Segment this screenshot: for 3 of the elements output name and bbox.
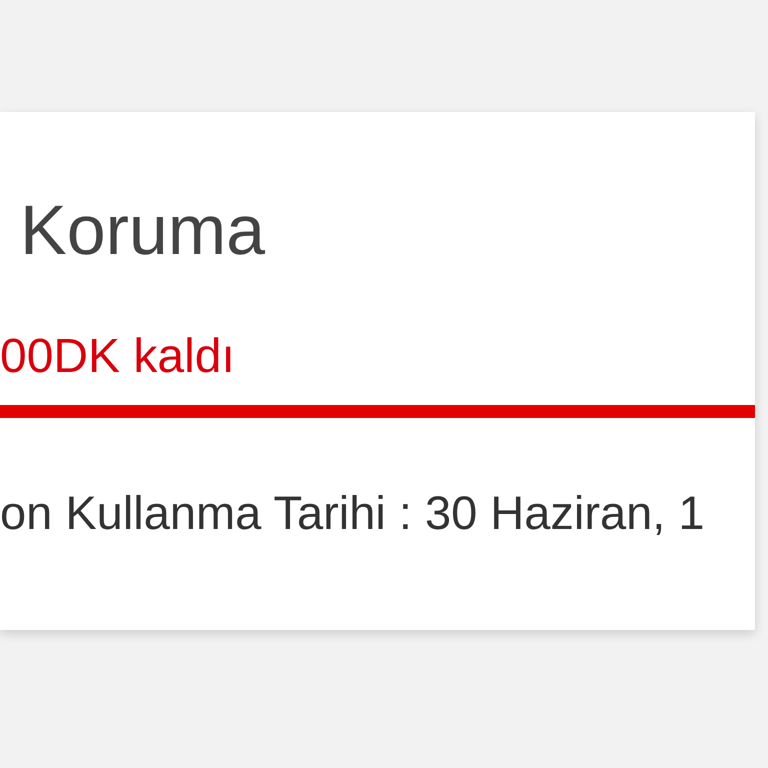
card-title: Koruma — [19, 190, 266, 270]
expiry-date-text: on Kullanma Tarihi : 30 Haziran, 1 — [0, 488, 705, 538]
remaining-text: 00DK kaldı — [0, 332, 235, 382]
